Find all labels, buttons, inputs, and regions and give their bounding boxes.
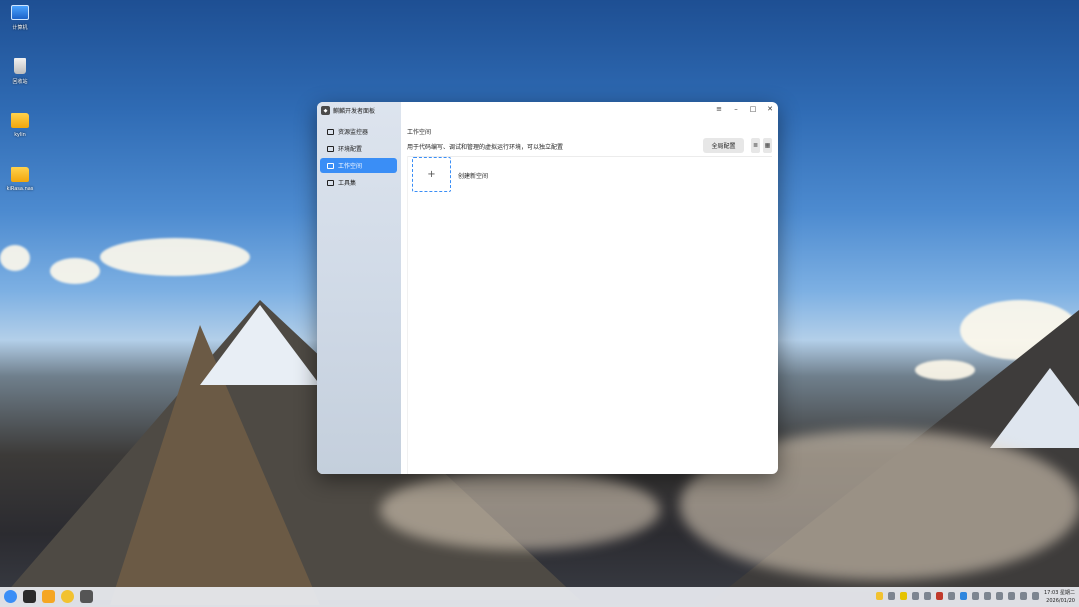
- sidebar-item-label: 工作空间: [338, 163, 363, 170]
- desktop-icon-trash[interactable]: 回收站: [0, 58, 40, 85]
- sidebar-item-workspace[interactable]: 工作空间: [320, 158, 397, 173]
- plus-icon: +: [427, 169, 436, 180]
- divider: [407, 156, 772, 157]
- network-icon[interactable]: [1008, 592, 1015, 600]
- global-config-button[interactable]: 全局配置: [703, 138, 744, 153]
- computer-icon: [11, 5, 29, 20]
- desktop-icon-computer[interactable]: 计算机: [0, 5, 40, 31]
- desktop-icon-label: kylin: [14, 132, 26, 138]
- create-workspace-button[interactable]: +: [412, 157, 451, 192]
- bluetooth-icon[interactable]: [1020, 592, 1027, 600]
- folder-icon: [11, 167, 29, 182]
- sidebar: ◆ 麒麟开发者面板 资源监控器 环境配置 工作空间 工具集: [317, 102, 401, 474]
- trash-icon: [14, 58, 26, 74]
- settings-icon: [327, 145, 334, 152]
- tray-app-icon[interactable]: [888, 592, 895, 600]
- window-controls: ≡ – □ ✕: [715, 105, 774, 113]
- taskbar-apps: [4, 590, 93, 603]
- desktop-icon-label: 回收站: [12, 79, 28, 85]
- desktop-icon-folder-nas[interactable]: kiRasa.nas: [0, 167, 40, 192]
- file-manager-icon[interactable]: [42, 590, 55, 603]
- desktop-icon-folder-kylin[interactable]: kylin: [0, 113, 40, 138]
- browser-icon[interactable]: [61, 590, 74, 603]
- sidebar-item-label: 资源监控器: [338, 129, 369, 136]
- grid-view-icon[interactable]: ▦: [763, 138, 772, 153]
- multitask-icon[interactable]: [23, 590, 36, 603]
- start-menu-icon[interactable]: [4, 590, 17, 603]
- maximize-button[interactable]: □: [749, 105, 757, 113]
- page-title: 工作空间: [407, 129, 432, 136]
- sidebar-nav: 资源监控器 环境配置 工作空间 工具集: [320, 124, 397, 192]
- battery-icon[interactable]: [1032, 592, 1039, 600]
- app-title: ◆ 麒麟开发者面板: [321, 106, 375, 115]
- minimize-button[interactable]: –: [732, 105, 740, 113]
- sidebar-item-resource-monitor[interactable]: 资源监控器: [320, 124, 397, 139]
- clock-time: 17:03 星期二: [1044, 590, 1075, 596]
- page-description: 用于代码编写、调试和管理的虚拟运行环境，可以独立配置: [407, 144, 564, 151]
- main-content: ≡ – □ ✕ 工作空间 用于代码编写、调试和管理的虚拟运行环境，可以独立配置 …: [401, 102, 778, 474]
- app-logo-icon: ◆: [321, 106, 330, 115]
- taskbar: 17:03 星期二 2026/01/20: [0, 587, 1079, 607]
- sidebar-item-toolset[interactable]: 工具集: [320, 175, 397, 190]
- divider: [407, 156, 408, 474]
- monitor-icon: [327, 128, 334, 135]
- tray-app-icon[interactable]: [948, 592, 955, 600]
- sidebar-item-label: 工具集: [338, 180, 357, 187]
- close-button[interactable]: ✕: [766, 105, 774, 113]
- tray-app-icon[interactable]: [936, 592, 943, 600]
- folder-icon: [11, 113, 29, 128]
- sidebar-item-environment[interactable]: 环境配置: [320, 141, 397, 156]
- desktop-icon-label: 计算机: [12, 25, 28, 31]
- tray-app-icon[interactable]: [960, 592, 967, 600]
- create-workspace-label: 创建新空间: [458, 173, 489, 180]
- volume-icon[interactable]: [996, 592, 1003, 600]
- tray-app-icon[interactable]: [900, 592, 907, 600]
- tray-app-icon[interactable]: [984, 592, 991, 600]
- clock[interactable]: 17:03 星期二 2026/01/20: [1044, 589, 1075, 605]
- sidebar-item-label: 环境配置: [338, 146, 363, 153]
- developer-panel-taskbar-icon[interactable]: [80, 590, 93, 603]
- notification-icon[interactable]: [876, 592, 883, 600]
- tray-app-icon[interactable]: [912, 592, 919, 600]
- menu-icon[interactable]: ≡: [715, 105, 723, 113]
- toolbox-icon: [327, 179, 334, 186]
- desktop-icon-label: kiRasa.nas: [6, 186, 34, 192]
- workspace-icon: [327, 162, 334, 169]
- developer-panel-window: ◆ 麒麟开发者面板 资源监控器 环境配置 工作空间 工具集 ≡ – □ ✕ 工作…: [317, 102, 778, 474]
- app-name: 麒麟开发者面板: [333, 108, 376, 115]
- tray-app-icon[interactable]: [924, 592, 931, 600]
- list-view-icon[interactable]: ≣: [751, 138, 760, 153]
- tray-app-icon[interactable]: [972, 592, 979, 600]
- clock-date: 2026/01/20: [1046, 598, 1075, 604]
- system-tray: [876, 592, 1039, 600]
